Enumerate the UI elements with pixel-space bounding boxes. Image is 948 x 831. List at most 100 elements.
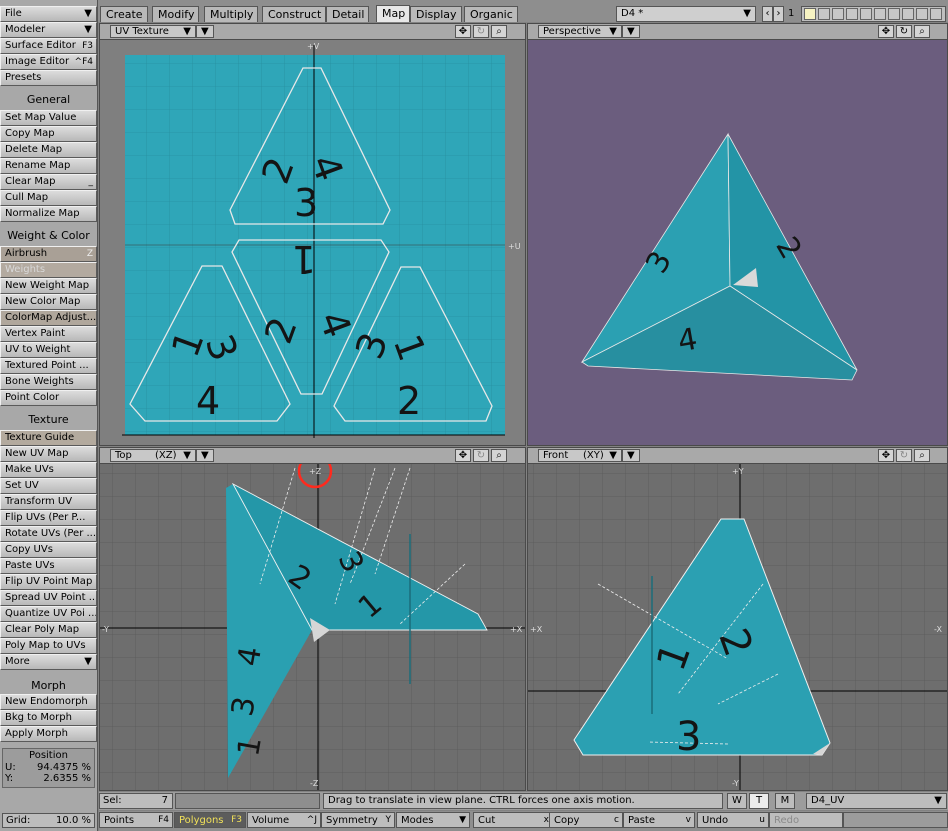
layer-slot[interactable] (832, 8, 844, 20)
rotate-icon[interactable]: ↻ (896, 449, 912, 462)
zoom-icon[interactable]: ⌕ (914, 25, 930, 38)
modes-dropdown[interactable]: Modes ▼ (396, 812, 470, 828)
menu-item[interactable]: New UV Map (0, 446, 97, 462)
menu-item[interactable]: New Color Map (0, 294, 97, 310)
polygons-mode-button[interactable]: Polygons F3 (174, 812, 246, 828)
pan-icon[interactable]: ✥ (455, 449, 471, 462)
uv-viewport[interactable]: UV Texture▼ ▼ ✥ ↻ ⌕ +V +U 2 4 3 1 2 4 1 (99, 23, 526, 446)
zoom-icon[interactable]: ⌕ (491, 449, 507, 462)
zoom-icon[interactable]: ⌕ (914, 449, 930, 462)
menu-item[interactable]: Copy Map (0, 126, 97, 142)
menu-item[interactable]: Copy UVs (0, 542, 97, 558)
tab-modify[interactable]: Modify (152, 6, 200, 22)
menu-item[interactable]: New Weight Map (0, 278, 97, 294)
layer-slot[interactable] (930, 8, 942, 20)
symmetry-button[interactable]: Symmetry Y (321, 812, 395, 828)
view-options-dropdown[interactable]: ▼ (622, 449, 640, 462)
layer-slot[interactable] (888, 8, 900, 20)
menu-item[interactable]: Clear Poly Map (0, 622, 97, 638)
menu-item[interactable]: Transform UV (0, 494, 97, 510)
more-menu[interactable]: More ▼ (0, 654, 97, 670)
next-layer-button[interactable]: › (773, 6, 784, 22)
menu-item[interactable]: Flip UVs (Per P... (0, 510, 97, 526)
menu-item[interactable]: Bkg to Morph (0, 710, 97, 726)
menu-item[interactable]: Make UVs (0, 462, 97, 478)
layer-slot[interactable] (902, 8, 914, 20)
modeler-menu[interactable]: Modeler ▼ (0, 22, 97, 38)
tab-map[interactable]: Map (376, 5, 411, 22)
cut-button[interactable]: Cut x (473, 812, 553, 828)
tab-multiply[interactable]: Multiply (204, 6, 259, 22)
tab-display[interactable]: Display (410, 6, 462, 22)
menu-item[interactable]: Cull Map (0, 190, 97, 206)
undo-button[interactable]: Undo u (697, 812, 769, 828)
copy-button[interactable]: Copy c (549, 812, 623, 828)
menu-item[interactable]: Weights (0, 262, 97, 278)
pan-icon[interactable]: ✥ (455, 25, 471, 38)
menu-item[interactable]: Spread UV Point ... (0, 590, 97, 606)
object-selector[interactable]: D4 * ▼ (616, 6, 756, 22)
pan-icon[interactable]: ✥ (878, 449, 894, 462)
menu-item-label: Apply Morph (5, 728, 68, 739)
menu-item[interactable]: Delete Map (0, 142, 97, 158)
uv-map-selector[interactable]: D4_UV ▼ (806, 793, 947, 809)
tab-construct[interactable]: Construct (262, 6, 327, 22)
paste-button[interactable]: Paste v (623, 812, 695, 828)
front-viewport[interactable]: Front (XY) ▼ ▼ ✥ ↻ ⌕ +Y -Y +X -X 2 1 3 (527, 447, 948, 791)
menu-item[interactable]: ColorMap Adjust... (0, 310, 97, 326)
menu-item[interactable]: Rotate UVs (Per ... (0, 526, 97, 542)
view-options-dropdown[interactable]: ▼ (196, 449, 214, 462)
rotate-icon[interactable]: ↻ (473, 25, 489, 38)
texture-coord-button[interactable]: T (749, 793, 769, 809)
layer-slot[interactable] (874, 8, 886, 20)
rotate-icon[interactable]: ↻ (896, 25, 912, 38)
menu-item[interactable]: Paste UVs (0, 558, 97, 574)
menu-item[interactable]: Normalize Map (0, 206, 97, 222)
pan-icon[interactable]: ✥ (878, 25, 894, 38)
points-mode-button[interactable]: Points F4 (99, 812, 173, 828)
layer-slot[interactable] (804, 8, 816, 20)
view-options-dropdown[interactable]: ▼ (622, 25, 640, 38)
world-coord-button[interactable]: W (727, 793, 747, 809)
layer-slot[interactable] (860, 8, 872, 20)
menu-item[interactable]: Quantize UV Poi ... (0, 606, 97, 622)
menu-item[interactable]: New Endomorph (0, 694, 97, 710)
menu-item[interactable]: Flip UV Point Map (0, 574, 97, 590)
menu-item[interactable]: Point Color (0, 390, 97, 406)
prev-layer-button[interactable]: ‹ (762, 6, 773, 22)
menu-item[interactable]: Texture Guide (0, 430, 97, 446)
image-editor-button[interactable]: Image Editor ^F4 (0, 54, 97, 70)
menu-item[interactable]: Bone Weights (0, 374, 97, 390)
surface-editor-button[interactable]: Surface Editor F3 (0, 38, 97, 54)
tab-detail[interactable]: Detail (326, 6, 370, 22)
morph-coord-button[interactable]: M (775, 793, 795, 809)
view-type-dropdown[interactable]: Perspective ▼ (538, 25, 622, 38)
rotate-icon[interactable]: ↻ (473, 449, 489, 462)
view-type-dropdown[interactable]: Front (XY) ▼ (538, 449, 622, 462)
menu-item[interactable]: UV to Weight (0, 342, 97, 358)
volume-mode-button[interactable]: Volume ^J (247, 812, 321, 828)
menu-item[interactable]: Set Map Value (0, 110, 97, 126)
layer-slot[interactable] (846, 8, 858, 20)
layer-slot[interactable] (916, 8, 928, 20)
layer-slot[interactable] (818, 8, 830, 20)
menu-item[interactable]: Apply Morph (0, 726, 97, 742)
top-viewport[interactable]: Top(XZ)▼ ▼ ✥ ↻ ⌕ +Z -Z -Y +X 4 3 1 2 3 (99, 447, 526, 791)
redo-button[interactable]: Redo (769, 812, 843, 828)
menu-item[interactable]: Textured Point ... (0, 358, 97, 374)
menu-item[interactable]: Poly Map to UVs (0, 638, 97, 654)
menu-item[interactable]: Set UV (0, 478, 97, 494)
menu-item[interactable]: Rename Map (0, 158, 97, 174)
perspective-viewport[interactable]: Perspective ▼ ▼ ✥ ↻ ⌕ 3 4 2 (527, 23, 948, 446)
menu-item[interactable]: Clear Map _ (0, 174, 97, 190)
menu-item[interactable]: Vertex Paint (0, 326, 97, 342)
zoom-icon[interactable]: ⌕ (491, 25, 507, 38)
view-options-dropdown[interactable]: ▼ (196, 25, 214, 38)
presets-button[interactable]: Presets (0, 70, 97, 86)
menu-item[interactable]: Airbrush Z (0, 246, 97, 262)
file-menu[interactable]: File ▼ (0, 6, 97, 22)
tab-organic[interactable]: Organic (464, 6, 518, 22)
view-type-dropdown[interactable]: UV Texture ▼ (110, 25, 196, 38)
view-type-dropdown[interactable]: Top (XZ) ▼ (110, 449, 196, 462)
tab-create[interactable]: Create (100, 6, 148, 22)
